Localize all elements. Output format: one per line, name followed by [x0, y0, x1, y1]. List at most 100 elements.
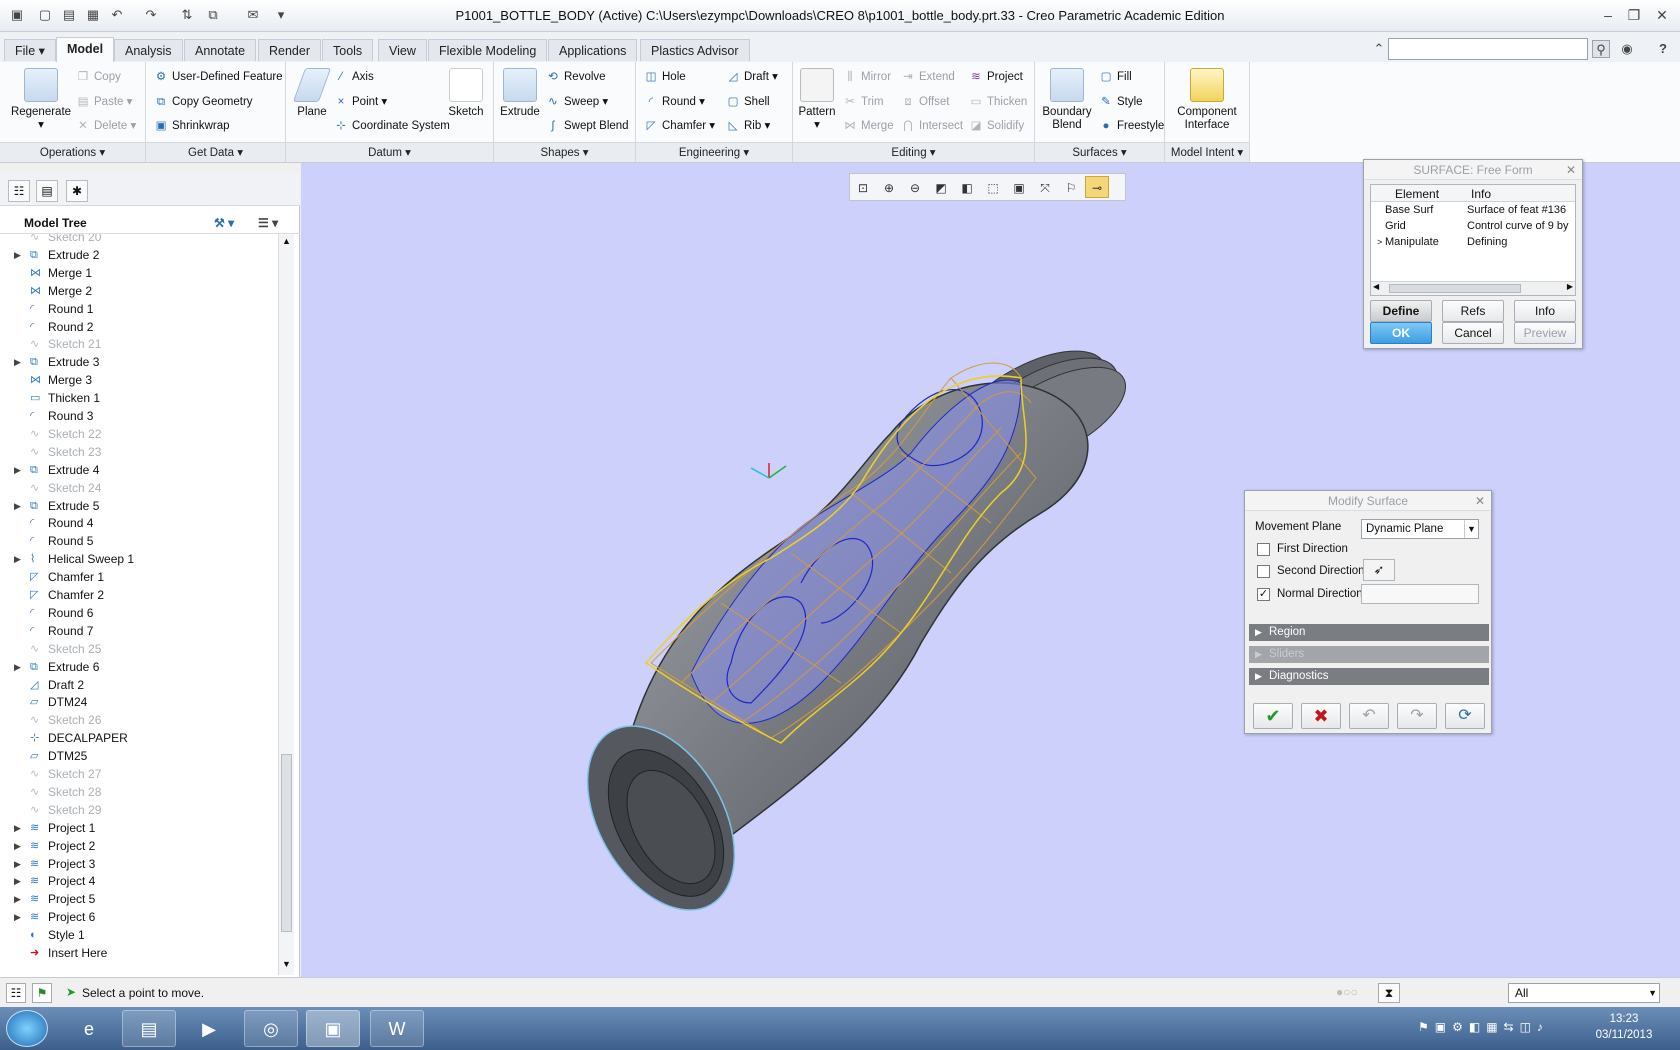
rib-button[interactable]: ◺ Rib ▾ [726, 117, 771, 135]
chamfer-button[interactable]: ◸ Chamfer ▾ [644, 117, 716, 135]
trim-button[interactable]: ✂ Trim [843, 93, 883, 111]
offset-button[interactable]: ⧈ Offset [901, 93, 949, 111]
mirror-button[interactable]: ⫼ Mirror [843, 68, 891, 86]
help-icon[interactable]: ? [1654, 40, 1672, 58]
merge-button[interactable]: ⋈ Merge [843, 117, 893, 135]
redo-button[interactable]: ↷ [1397, 703, 1437, 729]
regenerate-button[interactable]: Regenerate ▾ [8, 68, 74, 132]
tab-model[interactable]: Model [56, 37, 115, 62]
tab-applications[interactable]: Applications [548, 39, 638, 61]
thicken-button[interactable]: ▭ Thicken [969, 93, 1028, 111]
close-button[interactable]: ✕ [1652, 6, 1672, 24]
shapes-group-label[interactable]: Shapes ▾ [494, 142, 635, 162]
expand-icon[interactable]: ▶ [14, 461, 21, 479]
selection-filter-icon[interactable]: ⧗ [1378, 983, 1400, 1003]
tree-settings-icon[interactable]: ⚒ ▾ [214, 212, 234, 234]
extrude-button[interactable]: Extrude [496, 68, 544, 119]
scroll-left-icon[interactable]: ◀ [1373, 282, 1379, 291]
scroll-right-icon[interactable]: ▶ [1567, 282, 1573, 291]
hole-button[interactable]: ◫ Hole [644, 68, 686, 86]
maximize-button[interactable]: ❐ [1624, 6, 1644, 24]
copy-geometry-button[interactable]: ⧉ Copy Geometry [154, 93, 253, 111]
cancel-button[interactable]: Cancel [1442, 322, 1504, 344]
expand-icon[interactable]: ▶ [14, 353, 21, 371]
diagnostics-section[interactable]: ▶ Diagnostics [1249, 668, 1489, 685]
expand-icon[interactable]: ▶ [14, 497, 21, 515]
minimize-button[interactable]: – [1598, 6, 1618, 24]
style-button[interactable]: ✎ Style [1099, 93, 1142, 111]
sliders-section[interactable]: ▶ Sliders [1249, 646, 1489, 663]
plane-button[interactable]: Plane [290, 68, 334, 119]
search-icon[interactable]: ⚲ [1592, 40, 1610, 58]
paste-button[interactable]: ▤ Paste ▾ [76, 93, 133, 111]
table-row[interactable]: Base Surf Surface of feat #136 [1371, 202, 1575, 218]
draft-button[interactable]: ◿ Draft ▾ [726, 68, 778, 86]
sweep-button[interactable]: ∿ Sweep ▾ [546, 93, 608, 111]
ok-button[interactable]: OK [1370, 322, 1432, 344]
scroll-thumb[interactable] [1389, 284, 1521, 293]
navigator-toggle-icon[interactable]: ☷ [6, 983, 26, 1003]
scroll-up-icon[interactable]: ▲ [280, 236, 293, 250]
undo-button[interactable]: ↶ [1349, 703, 1389, 729]
delete-button[interactable]: ✕ Delete ▾ [76, 117, 136, 135]
editing-group-label[interactable]: Editing ▾ [793, 142, 1034, 162]
get-data-group-label[interactable]: Get Data ▾ [146, 142, 285, 162]
tab-render[interactable]: Render [258, 39, 321, 61]
media-player-icon[interactable]: ▶ [182, 1010, 236, 1047]
component-interface-button[interactable]: Component Interface [1167, 68, 1247, 132]
search-input[interactable] [1388, 38, 1588, 60]
file-explorer-icon[interactable]: ▤ [122, 1010, 176, 1047]
internet-explorer-icon[interactable]: e [62, 1010, 116, 1047]
reset-button[interactable]: ⟳ [1445, 703, 1485, 729]
coordinate-system-button[interactable]: ⊹ Coordinate System [334, 117, 450, 135]
abort-button[interactable]: ✖ [1301, 703, 1341, 729]
solidify-button[interactable]: ◪ Solidify [969, 117, 1025, 135]
model-tree-scrollbar[interactable]: ▲ ▼ [278, 234, 294, 975]
browser-toggle-icon[interactable]: ⚑ [32, 983, 52, 1003]
expand-icon[interactable]: ▶ [14, 837, 21, 855]
close-icon[interactable]: ✕ [1566, 160, 1576, 180]
show-menu-icon[interactable]: ☰ ▾ [258, 212, 278, 234]
udf-button[interactable]: ⚙ User-Defined Feature [154, 68, 283, 86]
axis-button[interactable]: ⁄ Axis [334, 68, 374, 86]
favorites-tab-icon[interactable]: ✱ [66, 180, 88, 202]
sketch-button[interactable]: Sketch [442, 68, 490, 119]
word-icon[interactable]: W [370, 1010, 424, 1047]
start-button[interactable] [6, 1010, 48, 1047]
normal-direction-checkbox[interactable]: ✓ [1257, 588, 1270, 601]
graphics-window[interactable]: ⊡ ⊕ ⊖ ◩ ◧ ⬚ ▣ ⤧ ⚐ ⊸ SURFACE: Free Form ✕… [301, 159, 1680, 977]
define-button[interactable]: Define [1370, 300, 1432, 322]
surfaces-group-label[interactable]: Surfaces ▾ [1035, 142, 1164, 162]
expand-icon[interactable]: ▶ [14, 890, 21, 908]
help-center-icon[interactable]: ◉ [1618, 40, 1636, 58]
expand-icon[interactable]: ▶ [14, 550, 21, 568]
expand-icon[interactable]: ▶ [14, 872, 21, 890]
copy-button[interactable]: ❐ Copy [76, 68, 121, 86]
selection-filter-select[interactable]: All ▼ [1508, 983, 1660, 1003]
shrinkwrap-button[interactable]: ▣ Shrinkwrap [154, 117, 230, 135]
pointer-icon[interactable]: ➶ [1363, 559, 1395, 581]
shell-button[interactable]: ▢ Shell [726, 93, 770, 111]
info-button[interactable]: Info [1514, 300, 1576, 322]
refs-button[interactable]: Refs [1442, 300, 1504, 322]
preview-button[interactable]: Preview [1514, 322, 1576, 344]
folder-browser-tab-icon[interactable]: ▤ [36, 180, 58, 202]
tray-icons[interactable]: ⚑▣⚙◧▦⇆◫♪ [1418, 1020, 1549, 1034]
normal-direction-field[interactable] [1361, 584, 1479, 604]
tab-tools[interactable]: Tools [322, 39, 374, 61]
tab-plastics-advisor[interactable]: Plastics Advisor [640, 39, 750, 61]
freestyle-button[interactable]: ● Freestyle [1099, 117, 1165, 135]
table-hscrollbar[interactable]: ◀ ▶ [1371, 281, 1575, 295]
operations-group-label[interactable]: Operations ▾ [0, 142, 145, 162]
expand-icon[interactable]: ▶ [14, 908, 21, 926]
second-direction-checkbox[interactable] [1257, 565, 1270, 578]
expand-icon[interactable]: ▶ [14, 855, 21, 873]
table-row[interactable]: > Manipulate Defining [1371, 234, 1575, 250]
chrome-icon[interactable]: ◎ [244, 1010, 298, 1047]
scroll-down-icon[interactable]: ▼ [280, 959, 293, 973]
collapse-ribbon-icon[interactable]: ⌃ [1370, 40, 1388, 58]
tab-file[interactable]: File ▾ [4, 39, 56, 61]
swept-blend-button[interactable]: ∫ Swept Blend [546, 117, 628, 135]
scroll-thumb[interactable] [281, 754, 292, 932]
model-intent-group-label[interactable]: Model Intent ▾ [1165, 142, 1249, 162]
